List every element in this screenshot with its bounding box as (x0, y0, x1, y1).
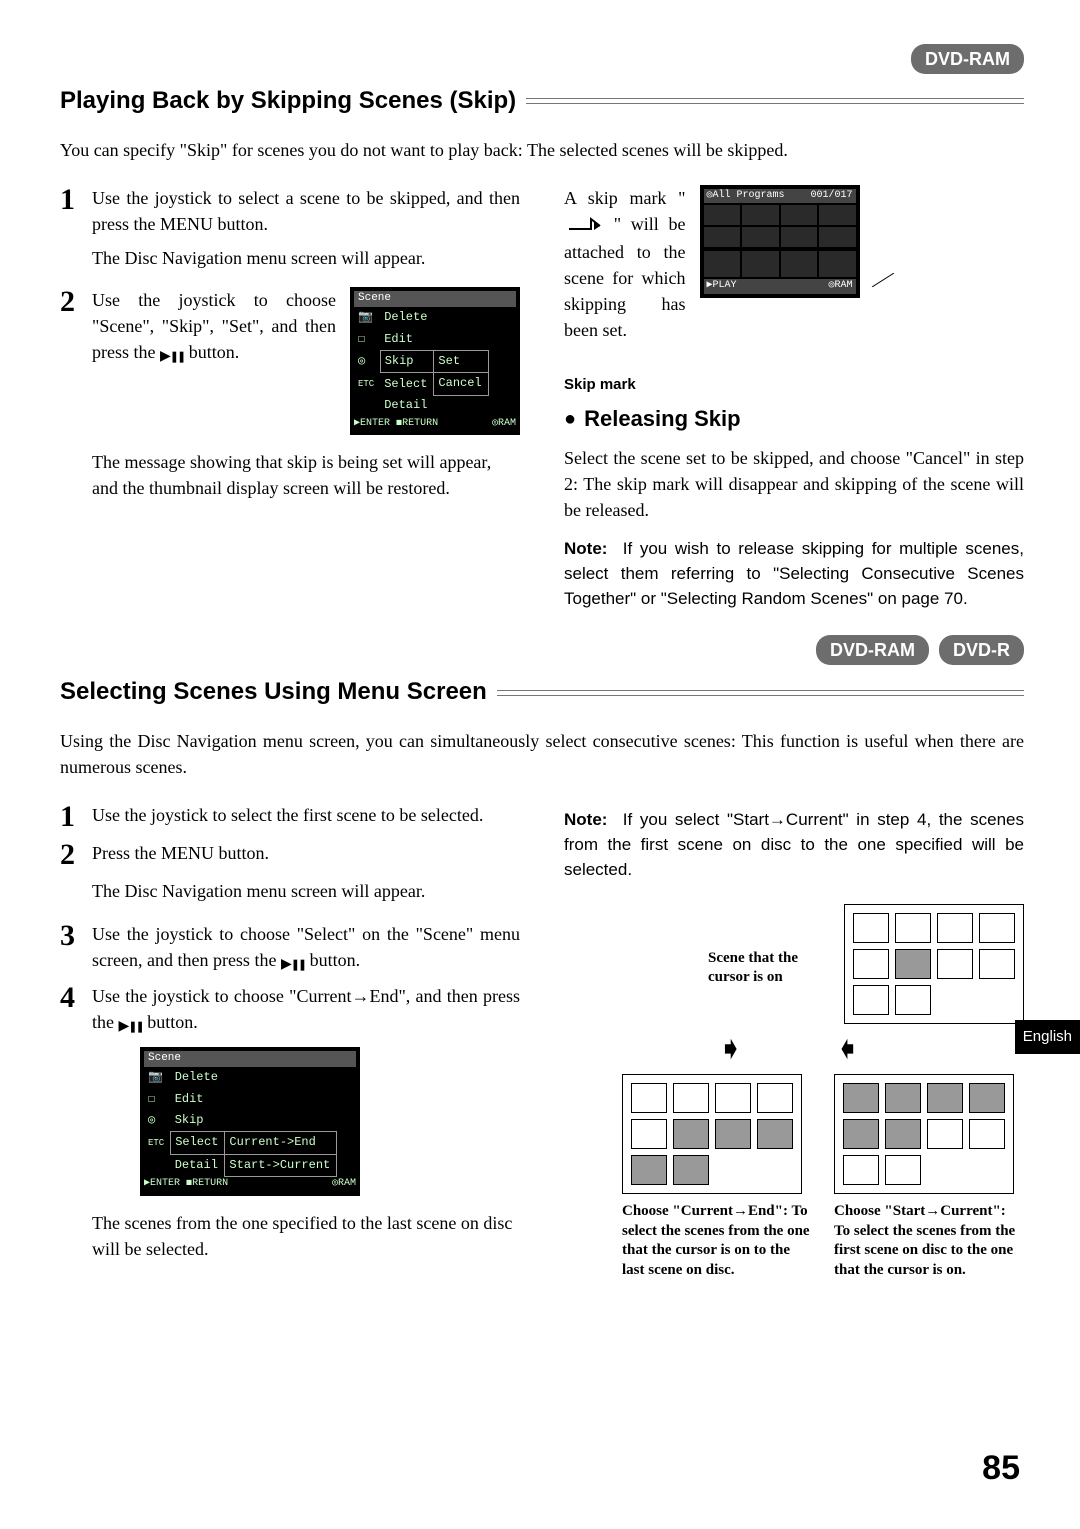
heading-rule-2 (497, 690, 1024, 696)
cursor-scene-label: Scene that the cursor is on (708, 949, 828, 988)
s2-step1: Use the joystick to select the first sce… (92, 802, 520, 828)
skip-mark-description: A skip mark " " will be attached to the … (564, 185, 686, 395)
dvd-r-badge: DVD-R (939, 635, 1024, 665)
releasing-skip-body: Select the scene set to be skipped, and … (564, 445, 1024, 523)
lcd-scene-menu-skip: Scene 📷Delete ☐Edit ◎SkipSet ETCSelectCa… (350, 287, 520, 435)
section1-intro: You can specify "Skip" for scenes you do… (60, 137, 1024, 163)
section1-title: Playing Back by Skipping Scenes (Skip) (60, 84, 516, 119)
s1-step1: Use the joystick to select a scene to be… (92, 185, 520, 237)
s2-step2: Press the MENU button. (92, 840, 520, 866)
step-num-1: 1 (60, 185, 84, 215)
diagram-cursor-grid (844, 904, 1024, 1024)
dvd-ram-badge: DVD-RAM (911, 44, 1024, 74)
section2-heading: Selecting Scenes Using Menu Screen (60, 675, 1024, 710)
lcd-scene-menu-select: Scene 📷Delete ☐Edit ◎Skip ETCSelectCurre… (140, 1047, 360, 1195)
releasing-skip-heading: Releasing Skip (564, 403, 1024, 435)
s2-step3: Use the joystick to choose "Select" on t… (92, 921, 520, 975)
section2-title: Selecting Scenes Using Menu Screen (60, 675, 487, 710)
s1-step2: Use the joystick to choose "Scene", "Ski… (92, 287, 336, 367)
heading-rule (526, 98, 1024, 104)
diagram-start-current: Choose "Start→Current": To select the sc… (834, 1074, 1024, 1280)
section2-note: Note: If you select "Start→Current" in s… (564, 808, 1024, 882)
s1-step1b: The Disc Navigation menu screen will app… (92, 245, 520, 271)
diagram-current-end: Choose "Current→End": To select the scen… (622, 1074, 812, 1280)
page-number: 85 (982, 1444, 1020, 1493)
section2-intro: Using the Disc Navigation menu screen, y… (60, 728, 1024, 780)
play-pause-icon (119, 1011, 143, 1037)
s2-step-num-1: 1 (60, 802, 84, 832)
s2-step4-after: The scenes from the one specified to the… (92, 1210, 520, 1262)
s2-step2b: The Disc Navigation menu screen will app… (92, 878, 520, 904)
section1-note: Note: If you wish to release skipping fo… (564, 537, 1024, 611)
arrow-down-icon: ➧ (717, 1032, 744, 1064)
skip-mark-label: Skip mark (564, 374, 686, 396)
arrow-down-icon: ➧ (834, 1032, 861, 1064)
step-num-2: 2 (60, 287, 84, 317)
lcd-header: Scene (354, 291, 516, 307)
s2-step-num-4: 4 (60, 983, 84, 1013)
s1-step2-after: The message showing that skip is being s… (92, 449, 520, 501)
dvd-ram-badge-2: DVD-RAM (816, 635, 929, 665)
section1-heading: Playing Back by Skipping Scenes (Skip) (60, 84, 1024, 119)
play-pause-icon (281, 949, 305, 975)
s2-step4: Use the joystick to choose "Current→End"… (92, 983, 520, 1037)
skip-mark-pointer-line (864, 273, 1024, 287)
caption-start-current: Choose "Start→Current": To select the sc… (834, 1202, 1024, 1280)
caption-current-end: Choose "Current→End": To select the scen… (622, 1202, 812, 1280)
skip-mark-icon (567, 213, 601, 239)
play-pause-icon (160, 341, 184, 367)
lcd-thumbnail-screen: ◎All Programs 001/017 ▶PLAY◎RAM (700, 185, 1025, 298)
s2-step-num-3: 3 (60, 921, 84, 951)
language-tab-english: English (1015, 1020, 1080, 1054)
s2-step-num-2: 2 (60, 840, 84, 870)
